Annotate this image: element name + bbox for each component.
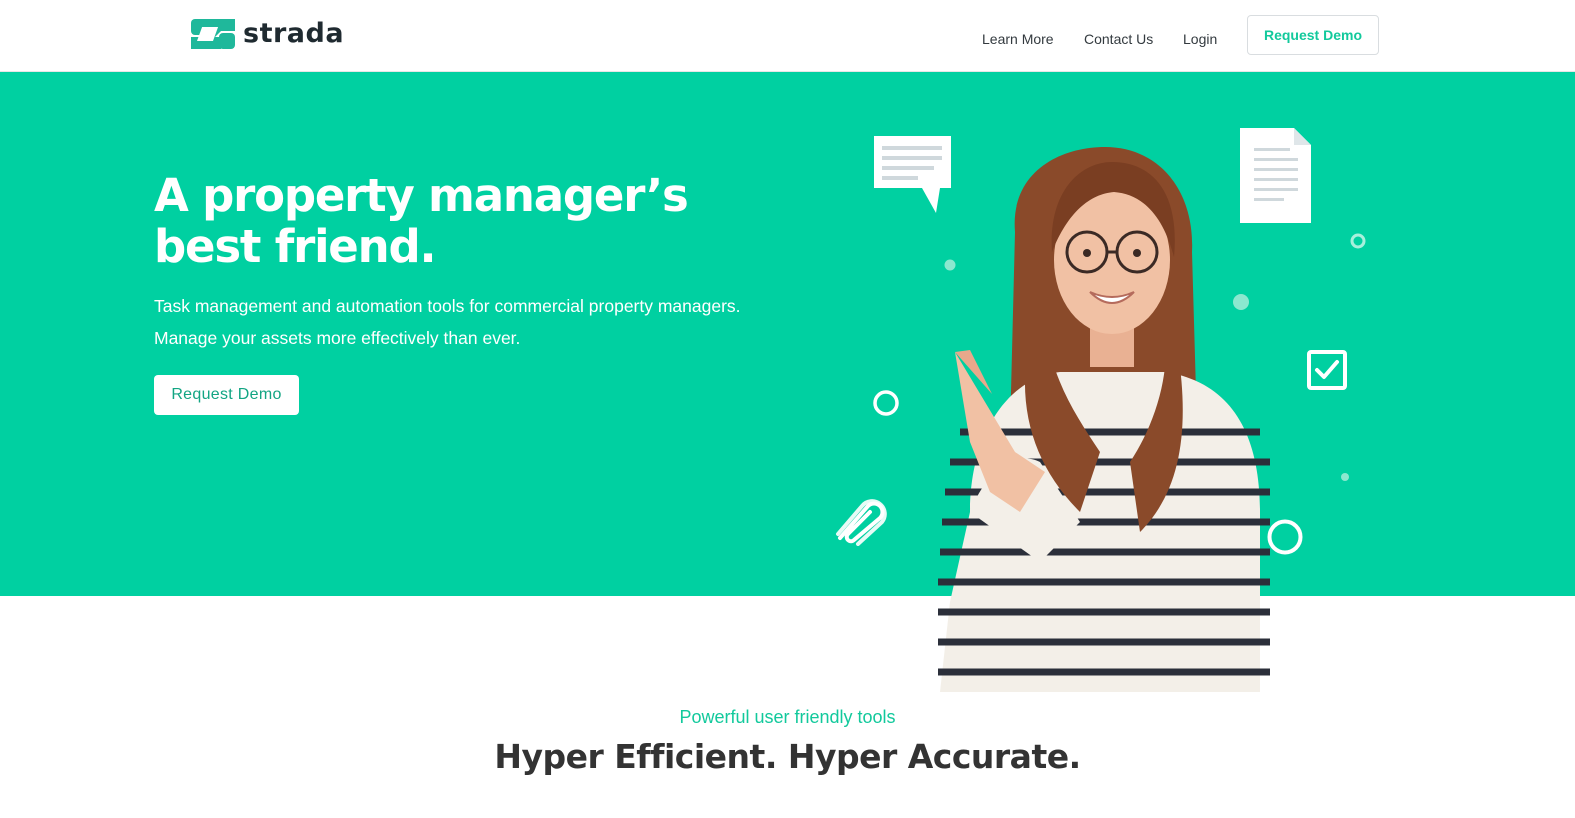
hero-title: A property manager’s best friend. (154, 169, 689, 273)
nav-learn-more[interactable]: Learn More (982, 31, 1054, 47)
checkbox-icon (1307, 350, 1347, 390)
features-headline: Hyper Efficient. Hyper Accurate. (494, 737, 1081, 776)
nav-contact-us[interactable]: Contact Us (1084, 31, 1153, 47)
circle-icon (1350, 233, 1366, 249)
strada-logo-icon (191, 19, 235, 49)
header-request-demo-button[interactable]: Request Demo (1247, 15, 1379, 55)
hero-request-demo-button[interactable]: Request Demo (154, 375, 299, 415)
hero-person-image (938, 147, 1270, 692)
brand-logo[interactable]: strada (191, 19, 344, 49)
nav-login[interactable]: Login (1183, 31, 1217, 47)
hero-subtitle-line-2: Manage your assets more effectively than… (154, 328, 521, 348)
site-header: strada Learn More Contact Us Login Reque… (0, 0, 1575, 72)
dot-icon (1341, 473, 1349, 481)
hero-section: A property manager’s best friend. Task m… (0, 72, 1575, 692)
features-eyebrow: Powerful user friendly tools (679, 707, 896, 727)
hero-subtitle-line-1: Task management and automation tools for… (154, 296, 741, 316)
paperclip-icon (836, 499, 887, 546)
brand-name: strada (243, 18, 345, 49)
circle-icon (873, 390, 899, 416)
hero-subtitle: Task management and automation tools for… (154, 290, 814, 354)
